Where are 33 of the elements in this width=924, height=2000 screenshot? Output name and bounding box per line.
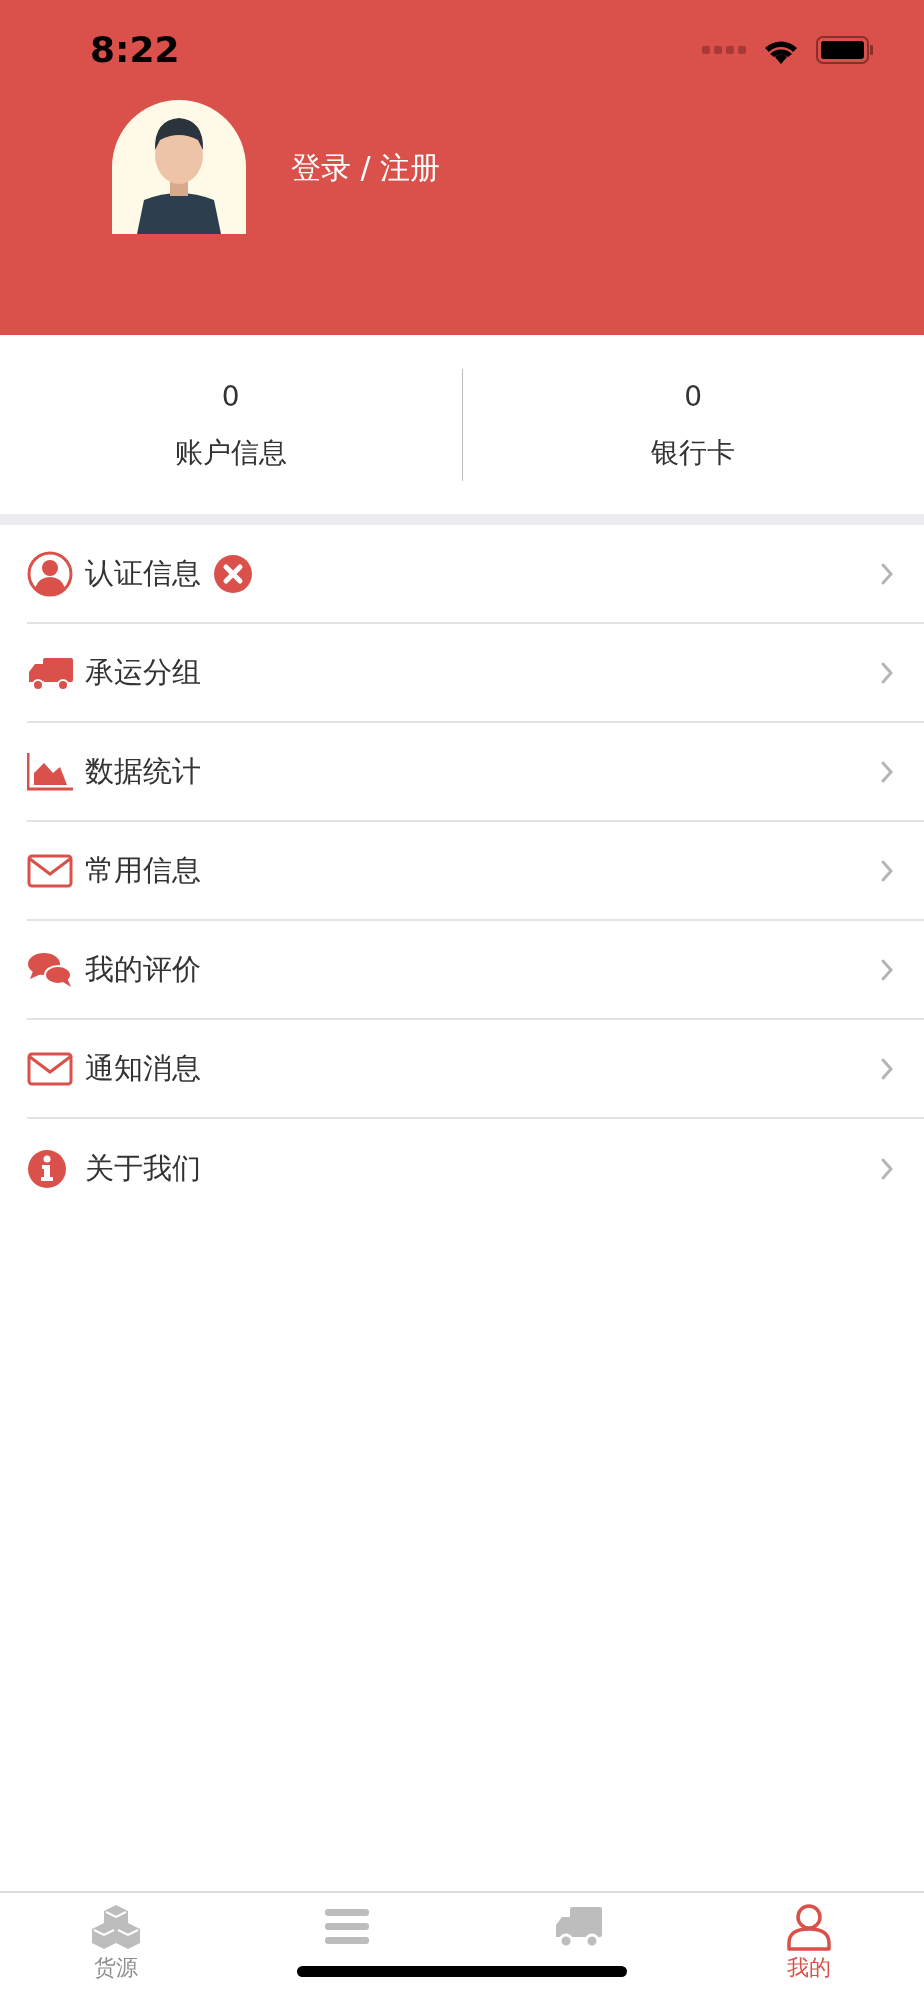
menu-item[interactable]: 常用信息 (27, 822, 924, 921)
user-icon (27, 550, 73, 597)
cubes-icon (91, 1903, 140, 1951)
login-register-link[interactable]: 登录 / 注册 (291, 144, 441, 190)
menu-label: 常用信息 (85, 851, 201, 889)
menu-item[interactable]: 我的评价 (27, 921, 924, 1020)
stat-value: 0 (221, 378, 240, 415)
menu-label: 关于我们 (85, 1149, 201, 1187)
chevron-icon (880, 858, 894, 883)
menu-label: 认证信息 (85, 554, 201, 592)
menu-item[interactable]: 通知消息 (27, 1020, 924, 1119)
menu-label: 通知消息 (85, 1049, 201, 1087)
tab[interactable]: 我的 (693, 1893, 924, 2000)
stat-value: 0 (684, 378, 703, 415)
status-time: 8:22 (90, 28, 180, 72)
chevron-icon (880, 1056, 894, 1081)
chevron-icon (880, 1156, 894, 1181)
menu-label: 我的评价 (85, 950, 201, 988)
stat-label: 账户信息 (174, 434, 287, 471)
chevron-icon (880, 561, 894, 586)
menu-item[interactable]: 关于我们 (27, 1119, 924, 1218)
menu-item[interactable]: 认证信息 (27, 525, 924, 624)
battery-icon (816, 36, 874, 64)
person-icon (784, 1903, 833, 1951)
menu-item[interactable]: 承运分组 (27, 624, 924, 723)
chevron-icon (880, 759, 894, 784)
chevron-icon (880, 660, 894, 685)
stat-label: 银行卡 (651, 434, 736, 471)
menu-label: 数据统计 (85, 752, 201, 790)
chevron-icon (880, 957, 894, 982)
menu-label: 承运分组 (85, 653, 201, 691)
menu-item[interactable]: 数据统计 (27, 723, 924, 822)
signal-icon (702, 45, 746, 55)
